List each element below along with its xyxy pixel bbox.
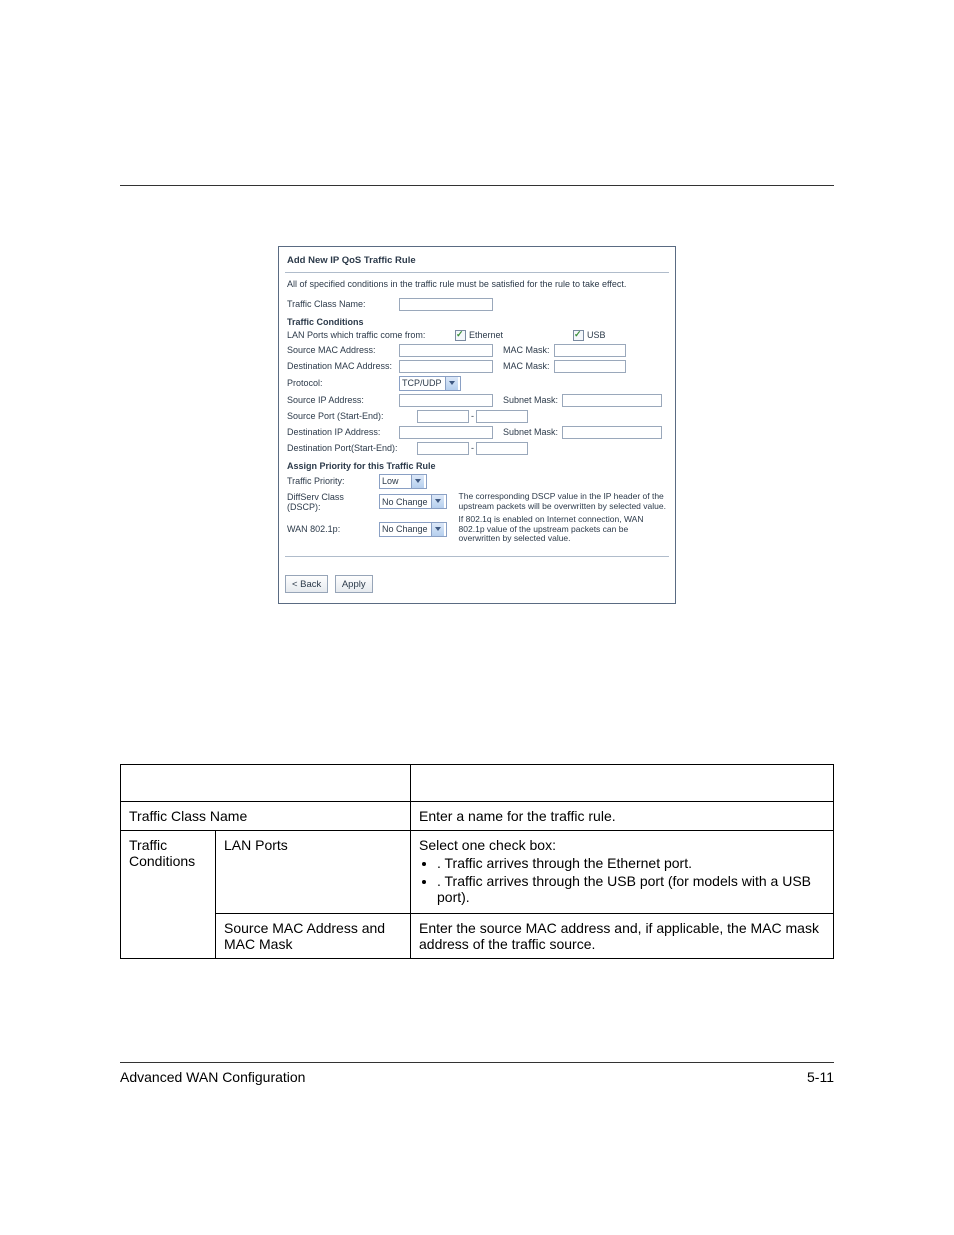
src-ip-row: Source IP Address: Subnet Mask: <box>285 394 669 407</box>
list-item: . Traffic arrives through the Ethernet p… <box>437 855 825 871</box>
footer-left: Advanced WAN Configuration <box>120 1069 305 1085</box>
cell-desc: Enter the source MAC address and, if app… <box>411 914 834 959</box>
table-row: Traffic Class Name Enter a name for the … <box>121 802 834 831</box>
src-port-end-input[interactable] <box>476 410 528 423</box>
field-description-table: Traffic Class Name Enter a name for the … <box>120 764 834 959</box>
dst-port-row: Destination Port(Start-End): - <box>285 442 669 455</box>
dst-mac-input[interactable] <box>399 360 493 373</box>
header-divider <box>120 185 834 186</box>
priority-heading: Assign Priority for this Traffic Rule <box>287 461 669 471</box>
panel-title: Add New IP QoS Traffic Rule <box>287 255 669 266</box>
chevron-down-icon <box>431 495 444 508</box>
cell-group: Traffic Conditions <box>121 831 216 959</box>
protocol-value: TCP/UDP <box>402 378 442 388</box>
cell-field: LAN Ports <box>216 831 411 914</box>
dst-port-end-input[interactable] <box>476 442 528 455</box>
footer-divider <box>120 1062 834 1063</box>
usb-label: USB <box>587 330 606 340</box>
chevron-down-icon <box>445 377 458 390</box>
src-ip-input[interactable] <box>399 394 493 407</box>
dst-mac-label: Destination MAC Address: <box>285 361 399 371</box>
src-mac-input[interactable] <box>399 344 493 357</box>
src-ip-label: Source IP Address: <box>285 395 399 405</box>
priority-block: Traffic Priority: Low DiffServ Class (DS… <box>285 474 669 544</box>
dash-sep: - <box>469 411 476 421</box>
priority-label: Traffic Priority: <box>285 476 379 486</box>
src-mac-label: Source MAC Address: <box>285 345 399 355</box>
dst-subnet-label: Subnet Mask: <box>493 427 562 437</box>
src-port-start-input[interactable] <box>417 410 469 423</box>
conditions-heading: Traffic Conditions <box>287 317 669 327</box>
panel-intro: All of specified conditions in the traff… <box>287 279 669 290</box>
page-footer: Advanced WAN Configuration 5-11 <box>120 1062 834 1085</box>
dst-port-label: Destination Port(Start-End): <box>285 443 417 453</box>
dscp-desc: The corresponding DSCP value in the IP h… <box>459 492 669 512</box>
priority-value: Low <box>382 476 399 486</box>
dst-ip-input[interactable] <box>399 426 493 439</box>
wan-row: WAN 802.1p: No Change If 802.1q is enabl… <box>285 515 669 544</box>
src-mac-mask-input[interactable] <box>554 344 626 357</box>
lan-ports-lead: Select one check box: <box>419 837 556 853</box>
dst-mac-mask-input[interactable] <box>554 360 626 373</box>
back-button[interactable]: < Back <box>285 575 328 593</box>
table-row: Source MAC Address and MAC Mask Enter th… <box>121 914 834 959</box>
protocol-label: Protocol: <box>285 378 399 388</box>
chevron-down-icon <box>411 475 424 488</box>
list-item: . Traffic arrives through the USB port (… <box>437 873 825 905</box>
ethernet-label: Ethernet <box>469 330 503 340</box>
screenshot-wrap: Add New IP QoS Traffic Rule All of speci… <box>278 246 676 604</box>
chevron-down-icon <box>431 523 444 536</box>
dst-mac-row: Destination MAC Address: MAC Mask: <box>285 360 669 373</box>
col-header-field <box>121 765 411 802</box>
apply-button[interactable]: Apply <box>335 575 373 593</box>
wan-desc: If 802.1q is enabled on Internet connect… <box>459 515 669 544</box>
cell-desc: Select one check box: . Traffic arrives … <box>411 831 834 914</box>
dscp-select[interactable]: No Change <box>379 494 447 509</box>
dst-port-start-input[interactable] <box>417 442 469 455</box>
src-mac-mask-label: MAC Mask: <box>493 345 554 355</box>
col-header-desc <box>411 765 834 802</box>
dst-ip-row: Destination IP Address: Subnet Mask: <box>285 426 669 439</box>
cell-field: Source MAC Address and MAC Mask <box>216 914 411 959</box>
dash-sep-2: - <box>469 443 476 453</box>
dscp-label: DiffServ Class (DSCP): <box>285 492 379 512</box>
table-row: Traffic Conditions LAN Ports Select one … <box>121 831 834 914</box>
table-header-row <box>121 765 834 802</box>
usb-checkbox[interactable] <box>573 330 584 341</box>
protocol-select[interactable]: TCP/UDP <box>399 376 461 391</box>
wan-label: WAN 802.1p: <box>285 524 379 534</box>
priority-select[interactable]: Low <box>379 474 427 489</box>
wan-value: No Change <box>382 524 428 534</box>
button-row: < Back Apply <box>285 575 669 593</box>
qos-rule-panel: Add New IP QoS Traffic Rule All of speci… <box>278 246 676 604</box>
lan-ports-label: LAN Ports which traffic come from: <box>285 330 455 340</box>
dst-subnet-input[interactable] <box>562 426 662 439</box>
protocol-row: Protocol: TCP/UDP <box>285 376 669 391</box>
cell-desc: Enter a name for the traffic rule. <box>411 802 834 831</box>
traffic-class-name-input[interactable] <box>399 298 493 311</box>
src-subnet-label: Subnet Mask: <box>493 395 562 405</box>
panel-divider-2 <box>285 556 669 557</box>
page: Add New IP QoS Traffic Rule All of speci… <box>0 0 954 1235</box>
cell-field: Traffic Class Name <box>121 802 411 831</box>
src-port-row: Source Port (Start-End): - <box>285 410 669 423</box>
dst-ip-label: Destination IP Address: <box>285 427 399 437</box>
lan-ports-row: LAN Ports which traffic come from: Ether… <box>285 330 669 341</box>
panel-divider <box>285 272 669 273</box>
dscp-value: No Change <box>382 497 428 507</box>
dscp-row: DiffServ Class (DSCP): No Change The cor… <box>285 492 669 512</box>
wan-select[interactable]: No Change <box>379 522 447 537</box>
priority-row: Traffic Priority: Low <box>285 474 669 489</box>
src-port-label: Source Port (Start-End): <box>285 411 399 421</box>
footer-right: 5-11 <box>807 1069 834 1085</box>
src-subnet-input[interactable] <box>562 394 662 407</box>
traffic-class-name-row: Traffic Class Name: <box>285 298 669 311</box>
ethernet-checkbox[interactable] <box>455 330 466 341</box>
src-mac-row: Source MAC Address: MAC Mask: <box>285 344 669 357</box>
traffic-class-name-label: Traffic Class Name: <box>285 299 399 309</box>
dst-mac-mask-label: MAC Mask: <box>493 361 554 371</box>
